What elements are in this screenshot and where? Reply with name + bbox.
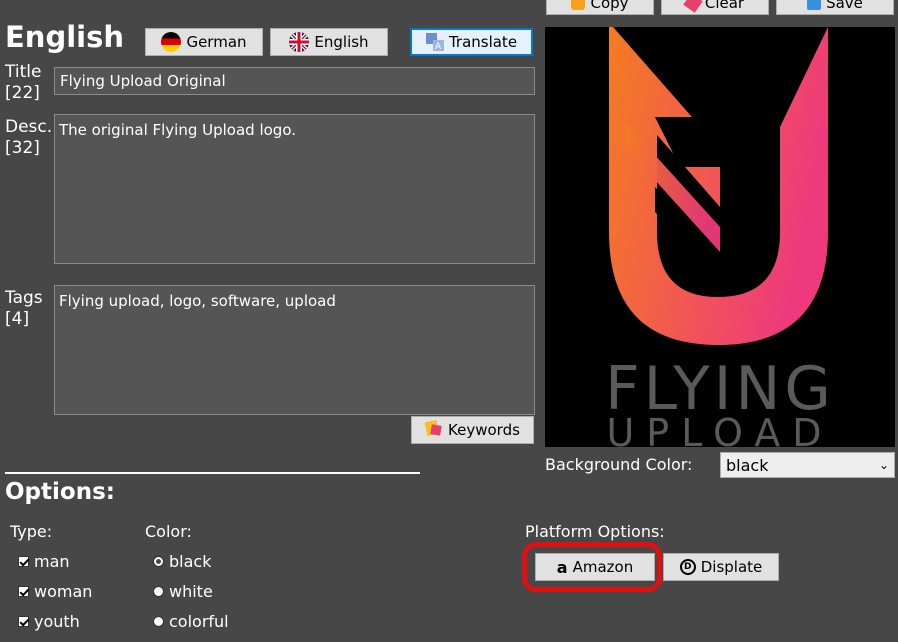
keywords-button[interactable]: Keywords [411,416,534,444]
logo-text-upload: UPLOAD [606,411,833,447]
clear-button[interactable]: Clear [661,0,769,15]
german-button[interactable]: German [145,28,263,56]
tags-textarea[interactable]: Flying upload, logo, software, upload [54,285,535,415]
bg-color-label: Background Color: [545,455,693,474]
flying-upload-logo-icon: FLYING UPLOAD [605,27,833,455]
desc-char-count: [32] [5,138,40,158]
copy-icon [571,0,586,10]
svg-text:A: A [435,42,442,51]
uk-flag-icon [289,32,310,52]
tags-count: [4] [5,309,30,329]
displate-button[interactable]: D Displate [663,553,779,581]
title-label: Title [22] [5,62,42,103]
copy-button[interactable]: Copy [546,0,654,15]
options-heading: Options: [5,479,115,505]
color-option-colorful[interactable]: colorful [153,612,229,631]
tags-label: Tags [4] [5,288,43,329]
desc-label: Desc. [32] [5,117,53,158]
type-option-man[interactable]: man [18,552,70,571]
translate-button[interactable]: A Translate [410,28,533,56]
highlight-annotation [522,542,662,592]
type-option-woman[interactable]: woman [18,582,92,601]
translate-icon: A [425,33,444,52]
save-icon [807,0,822,10]
keywords-icon [424,419,443,441]
type-option-youth[interactable]: youth [18,612,80,631]
type-label: Type: [10,522,53,541]
title-char-count: [22] [5,83,40,103]
checkbox-checked-icon[interactable] [18,586,29,597]
color-option-black[interactable]: black [153,552,211,571]
checkbox-checked-icon[interactable] [18,616,29,627]
save-button[interactable]: Save [776,0,894,15]
color-label: Color: [145,522,192,541]
platform-options-label: Platform Options: [525,522,665,541]
checkbox-checked-icon[interactable] [18,556,29,567]
eraser-icon [683,0,703,13]
english-button[interactable]: English [270,28,388,56]
german-flag-icon [161,32,182,52]
section-divider [5,472,420,474]
radio-selected-icon[interactable] [153,556,164,567]
logo-preview: FLYING UPLOAD [545,27,895,455]
radio-icon[interactable] [153,616,164,627]
bg-color-select[interactable]: black ⌄ [720,452,895,478]
chevron-down-icon: ⌄ [878,458,889,472]
description-textarea[interactable]: The original Flying Upload logo. [54,114,535,264]
radio-icon[interactable] [153,586,164,597]
color-option-white[interactable]: white [153,582,213,601]
language-heading: English [5,20,125,54]
title-input[interactable]: Flying Upload Original [54,67,535,95]
displate-icon: D [679,559,696,575]
